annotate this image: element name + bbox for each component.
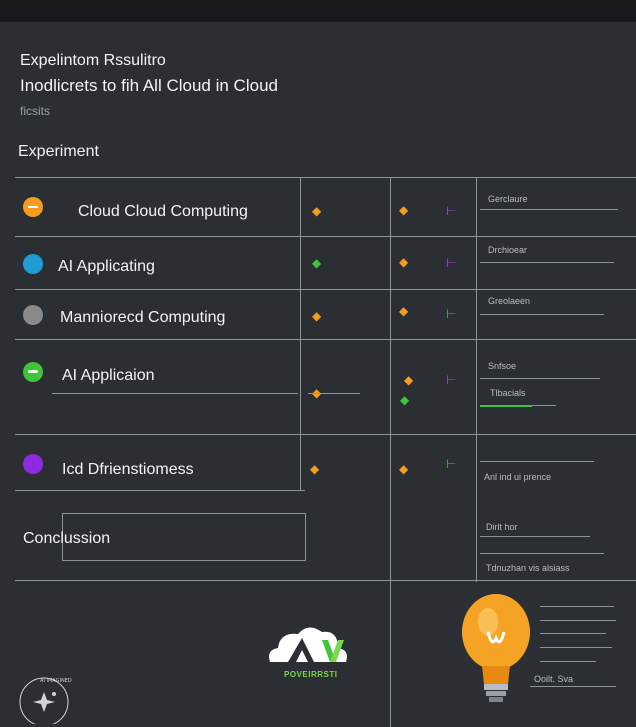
row-5-label: Icd Dfrienstiomess bbox=[62, 461, 194, 478]
bulb-line-5 bbox=[540, 661, 596, 662]
row-3-dot bbox=[23, 305, 43, 325]
row-2-label: AI Applicating bbox=[58, 258, 155, 275]
row-1-marker-b: ◆ bbox=[399, 203, 409, 217]
bulb-label: Ooilt. Sva bbox=[534, 674, 574, 684]
row-4-marker-b: ◆ bbox=[404, 373, 414, 387]
row-2-side-label: Drchioear bbox=[488, 245, 528, 255]
row-4-dot bbox=[23, 362, 43, 382]
bulb-line-4 bbox=[540, 647, 612, 648]
row-2-marker-b: ◆ bbox=[399, 255, 409, 269]
conclusion-side-line-1 bbox=[480, 536, 590, 537]
row-4-marker-a-line bbox=[308, 393, 360, 394]
row-3-side-line bbox=[480, 314, 604, 315]
row-4-label: AI Applicaion bbox=[62, 367, 155, 384]
bulb-line-3 bbox=[540, 633, 606, 634]
bulb-line-1 bbox=[540, 606, 614, 607]
ai-cloud-logo-icon bbox=[269, 627, 347, 662]
header-line-1: Expelintom Rssulitro bbox=[20, 52, 166, 69]
row-3-side-label: Greolaeen bbox=[488, 296, 531, 306]
row-3-marker-c: ⊢ bbox=[446, 307, 457, 321]
row-2-marker-a: ◆ bbox=[312, 256, 322, 270]
header: Expelintom Rssulitro Inodlicrets to fih … bbox=[20, 50, 278, 118]
conclusion-side-label-2: Tdnuzhan vis alsiass bbox=[486, 563, 570, 573]
row-3-marker-a: ◆ bbox=[312, 309, 322, 323]
row-4-green-bar bbox=[480, 405, 532, 407]
row-5-marker-c: ⊢ bbox=[446, 457, 457, 471]
row-5-side-line bbox=[480, 461, 594, 462]
row-4-marker-c: ◆ bbox=[400, 393, 410, 407]
row-2-side-line bbox=[480, 262, 614, 263]
grid-h-1 bbox=[15, 236, 636, 237]
grid-top bbox=[15, 177, 636, 178]
row-4-marker-d: ⊢ bbox=[446, 373, 457, 387]
row-4-side-label: Snfsoe bbox=[488, 361, 517, 371]
ai-imagined-badge-icon: AI IMAGINED bbox=[19, 677, 72, 724]
experiment-label: Experiment bbox=[18, 143, 99, 160]
row-5-dot bbox=[23, 454, 43, 474]
row-4-bar-track bbox=[532, 405, 556, 406]
row-4-side-line bbox=[480, 378, 600, 379]
badge-text: AI IMAGINED bbox=[40, 678, 72, 684]
grid-vline-1 bbox=[300, 177, 301, 490]
grid-h-4 bbox=[15, 434, 636, 435]
grid-vline-2 bbox=[390, 177, 391, 727]
lightbulb-icon bbox=[462, 594, 530, 702]
row-5-marker-a: ◆ bbox=[310, 462, 320, 476]
row-4-side-label-2: Tlbacials bbox=[490, 388, 526, 398]
bulb-line-6 bbox=[530, 686, 616, 687]
header-line-3: ficsits bbox=[20, 104, 50, 118]
row-1-marker-c: ⊢ bbox=[446, 204, 457, 218]
conclusion-side-line-2 bbox=[480, 553, 604, 554]
conclusion-side-label-1: Dirlt hor bbox=[486, 522, 518, 532]
header-line-2: Inodlicrets to fih All Cloud in Cloud bbox=[20, 76, 278, 95]
row-1-side-label: Gerclaure bbox=[488, 194, 528, 204]
row-1-side-line bbox=[480, 209, 618, 210]
grid-h-5 bbox=[15, 490, 305, 491]
logo-text: POVEIRRSTI bbox=[284, 670, 338, 679]
row-2-dot bbox=[23, 254, 43, 274]
conclusion-label: Conclussion bbox=[23, 530, 111, 547]
grid-h-6 bbox=[15, 580, 636, 581]
row-1-dot bbox=[23, 197, 43, 217]
row-3-label: Manniorecd Computing bbox=[60, 309, 226, 326]
row-3-marker-b: ◆ bbox=[399, 304, 409, 318]
row-2-marker-c: ⊢ bbox=[446, 256, 457, 270]
grid-h-2 bbox=[15, 289, 636, 290]
row-1-marker-a: ◆ bbox=[312, 204, 322, 218]
row-1-label: Cloud Cloud Computing bbox=[78, 203, 248, 220]
row-5-side-label: Anl ind ui prence bbox=[484, 472, 552, 482]
row4-underline bbox=[52, 393, 298, 394]
row-5-marker-b: ◆ bbox=[399, 462, 409, 476]
grid-vline-3 bbox=[476, 177, 477, 582]
grid-h-3 bbox=[15, 339, 636, 340]
bulb-line-2 bbox=[540, 620, 616, 621]
top-bar bbox=[0, 0, 636, 22]
